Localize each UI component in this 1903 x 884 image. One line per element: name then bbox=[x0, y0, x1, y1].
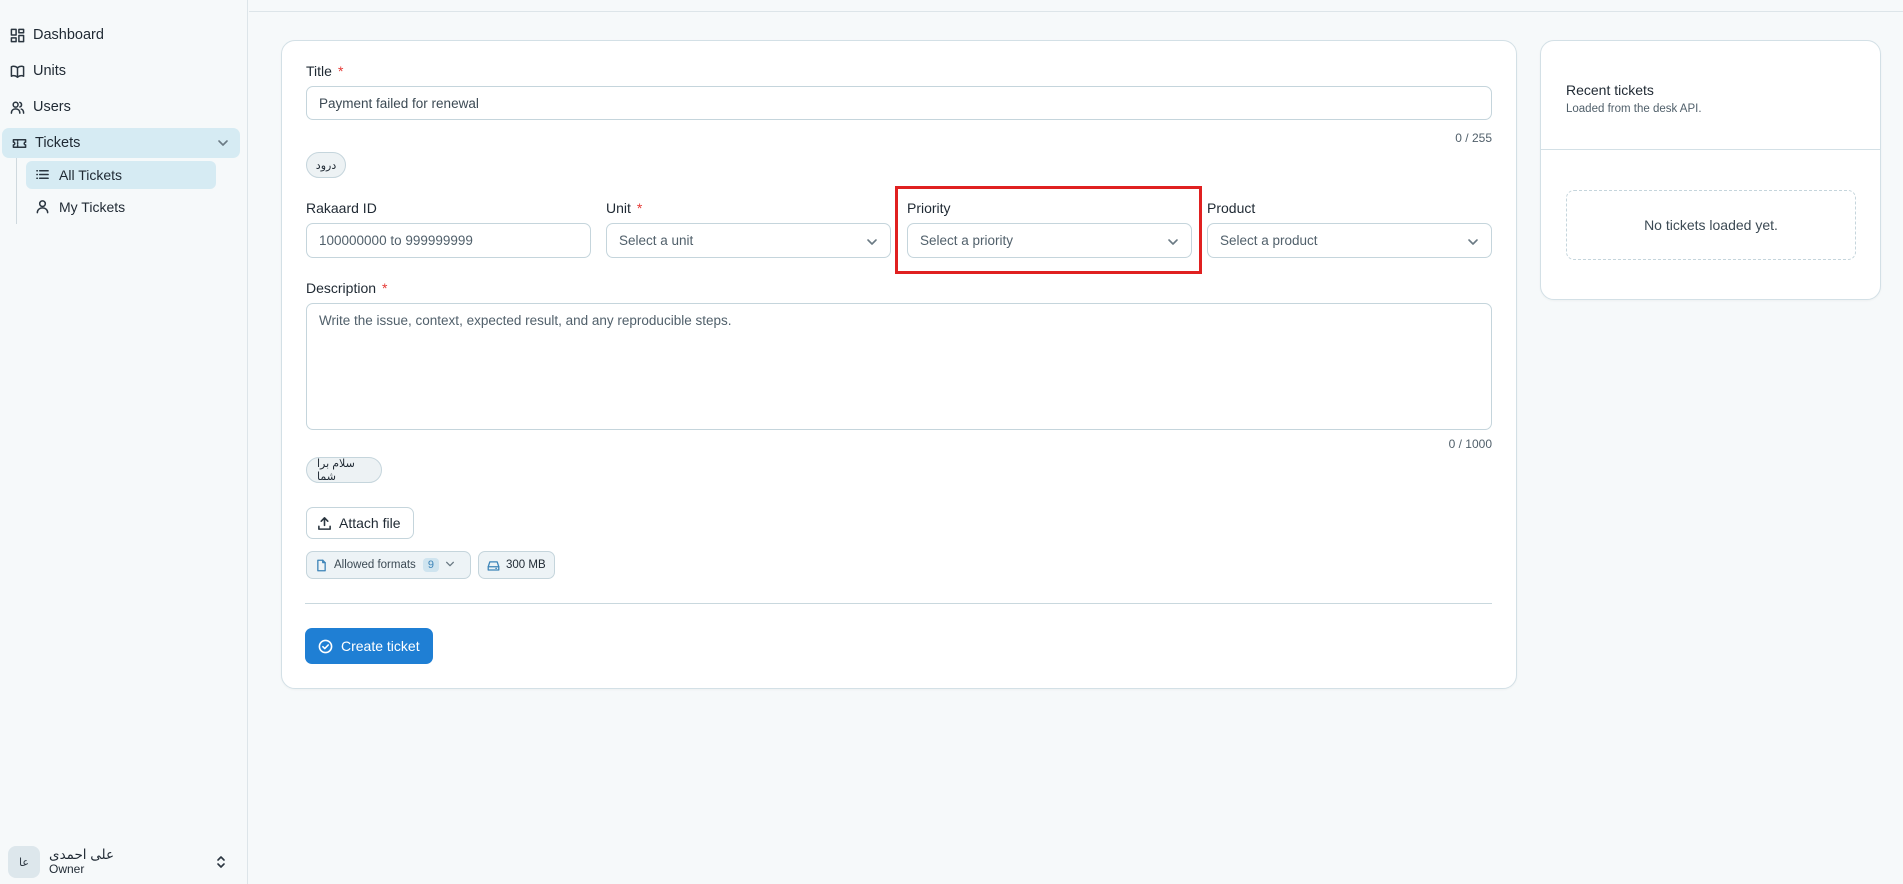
recent-tickets-subtitle: Loaded from the desk API. bbox=[1566, 103, 1702, 115]
avatar: عا bbox=[8, 846, 40, 878]
upload-icon bbox=[318, 516, 331, 530]
description-textarea[interactable]: Write the issue, context, expected resul… bbox=[306, 303, 1492, 430]
create-ticket-label: Create ticket bbox=[341, 638, 420, 654]
file-icon bbox=[317, 559, 326, 571]
max-size-badge: 300 MB bbox=[478, 551, 555, 579]
product-label: Product bbox=[1207, 200, 1256, 216]
sidebar-item-tickets[interactable]: Tickets bbox=[2, 128, 240, 158]
description-counter: 0 / 1000 bbox=[1448, 437, 1492, 451]
sidebar-item-label: Tickets bbox=[35, 135, 81, 151]
sidebar-subitem-label: My Tickets bbox=[59, 199, 126, 215]
formats-count-badge: 9 bbox=[422, 558, 439, 572]
list-icon bbox=[35, 167, 51, 183]
attach-file-label: Attach file bbox=[339, 515, 401, 531]
book-icon bbox=[9, 63, 25, 79]
create-ticket-button[interactable]: Create ticket bbox=[305, 628, 433, 664]
required-mark: * bbox=[337, 63, 344, 79]
recent-tickets-title: Recent tickets bbox=[1566, 82, 1654, 98]
sidebar-item-units[interactable]: Units bbox=[0, 56, 240, 86]
allowed-formats-dropdown[interactable]: Allowed formats 9 bbox=[306, 551, 471, 579]
title-suggestion-chip[interactable]: درود bbox=[306, 152, 346, 178]
priority-highlight-box bbox=[895, 186, 1202, 274]
title-counter: 0 / 255 bbox=[1455, 131, 1492, 145]
sidebar-item-label: Units bbox=[33, 63, 67, 79]
description-label: Description * bbox=[306, 280, 388, 296]
sidebar-item-users[interactable]: Users bbox=[0, 92, 240, 122]
sidebar-item-label: Users bbox=[33, 99, 71, 115]
chevron-down-icon bbox=[866, 236, 878, 251]
unit-select[interactable]: Select a unit bbox=[606, 223, 891, 258]
attach-file-button[interactable]: Attach file bbox=[306, 507, 414, 539]
dashboard-icon bbox=[9, 27, 25, 43]
users-icon bbox=[9, 99, 25, 115]
rakaard-id-label: Rakaard ID bbox=[306, 200, 377, 216]
product-select[interactable]: Select a product bbox=[1207, 223, 1492, 258]
sidebar-subitem-label: All Tickets bbox=[59, 167, 123, 183]
required-mark: * bbox=[636, 200, 643, 216]
allowed-formats-label: Allowed formats bbox=[334, 559, 416, 571]
rakaard-id-input[interactable]: 100000000 to 999999999 bbox=[306, 223, 591, 258]
product-select-value: Select a product bbox=[1220, 233, 1318, 248]
recent-tickets-card bbox=[1540, 40, 1881, 300]
subnav-divider bbox=[16, 158, 17, 224]
user-name: علی احمدی bbox=[49, 847, 115, 862]
chevron-down-icon bbox=[439, 559, 455, 572]
ticket-icon bbox=[11, 135, 27, 151]
sidebar-item-dashboard[interactable]: Dashboard bbox=[0, 20, 240, 50]
form-divider bbox=[305, 603, 1492, 604]
required-mark: * bbox=[382, 280, 388, 296]
unit-select-value: Select a unit bbox=[619, 233, 694, 248]
max-size-label: 300 MB bbox=[506, 559, 546, 571]
top-bar bbox=[249, 0, 1903, 12]
sidebar: Dashboard Units Users Tickets All Ticket… bbox=[0, 0, 248, 884]
sidebar-item-my-tickets[interactable]: My Tickets bbox=[26, 193, 216, 221]
sidebar-item-label: Dashboard bbox=[33, 27, 104, 43]
sidebar-item-all-tickets[interactable]: All Tickets bbox=[26, 161, 216, 189]
unit-label: Unit * bbox=[606, 200, 643, 216]
hard-drive-icon bbox=[487, 560, 500, 571]
chevron-down-icon[interactable] bbox=[216, 136, 230, 154]
title-label: Title * bbox=[306, 63, 344, 79]
check-circle-icon bbox=[318, 639, 333, 653]
user-menu[interactable]: عا علی احمدی Owner bbox=[8, 846, 240, 878]
title-input[interactable]: Payment failed for renewal bbox=[306, 86, 1492, 120]
user-icon bbox=[35, 199, 51, 215]
user-role: Owner bbox=[49, 862, 85, 876]
chevron-down-icon bbox=[1467, 236, 1479, 251]
recent-tickets-divider bbox=[1541, 149, 1880, 150]
recent-tickets-empty-state: No tickets loaded yet. bbox=[1566, 190, 1856, 260]
chevrons-up-down-icon[interactable] bbox=[214, 854, 228, 875]
description-suggestion-chip[interactable]: سلام برا شما bbox=[306, 457, 382, 483]
